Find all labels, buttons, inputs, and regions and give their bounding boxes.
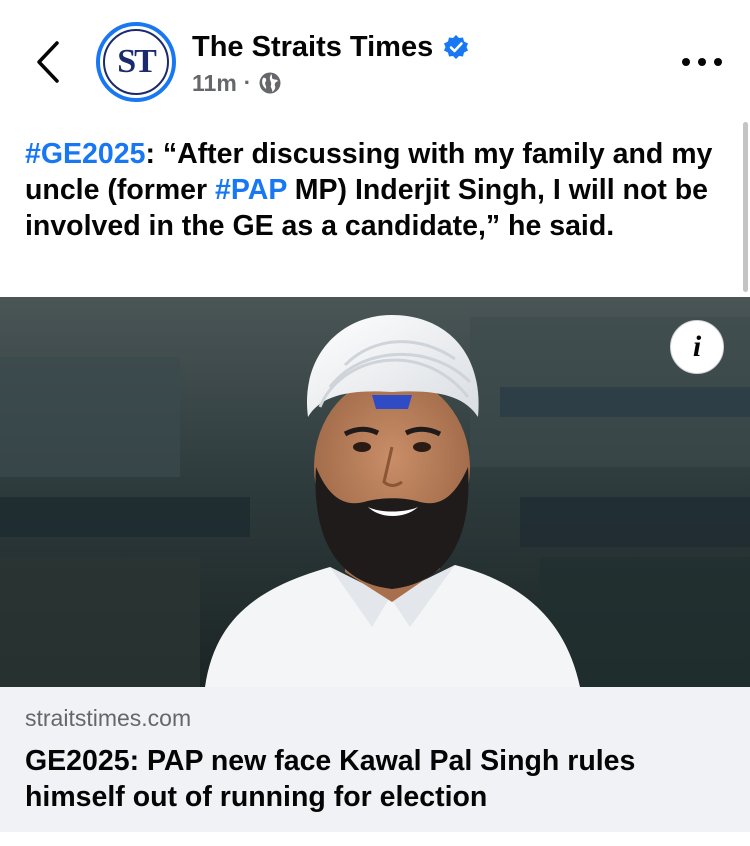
meta-separator: · [243, 70, 252, 95]
scrollbar[interactable] [743, 122, 748, 292]
link-title[interactable]: GE2025: PAP new face Kawal Pal Singh rul… [25, 743, 725, 815]
globe-icon [258, 71, 282, 95]
more-options-button[interactable] [682, 52, 722, 72]
post-header: ST The Straits Times 11m · [0, 0, 750, 118]
post-time[interactable]: 11m [192, 70, 237, 97]
post-photo[interactable]: i [0, 297, 750, 687]
chevron-left-icon [37, 41, 59, 83]
back-button[interactable] [28, 36, 68, 88]
portrait-illustration [0, 297, 750, 687]
avatar-logo: ST [103, 29, 169, 95]
post-message: #GE2025: “After discussing with my famil… [25, 136, 730, 244]
hashtag-ge2025[interactable]: #GE2025 [25, 138, 145, 170]
page-name[interactable]: The Straits Times [192, 31, 433, 64]
hashtag-pap[interactable]: #PAP [215, 174, 287, 206]
page-avatar[interactable]: ST [96, 22, 176, 102]
verified-badge-icon [443, 34, 469, 60]
info-icon: i [692, 330, 702, 363]
more-horizontal-icon [682, 58, 690, 66]
info-button[interactable]: i [670, 320, 724, 374]
link-domain: straitstimes.com [25, 705, 192, 731]
page-name-row: The Straits Times [192, 30, 469, 64]
link-preview-card[interactable]: straitstimes.com GE2025: PAP new face Ka… [0, 687, 750, 832]
post-meta: 11m · [192, 68, 282, 98]
